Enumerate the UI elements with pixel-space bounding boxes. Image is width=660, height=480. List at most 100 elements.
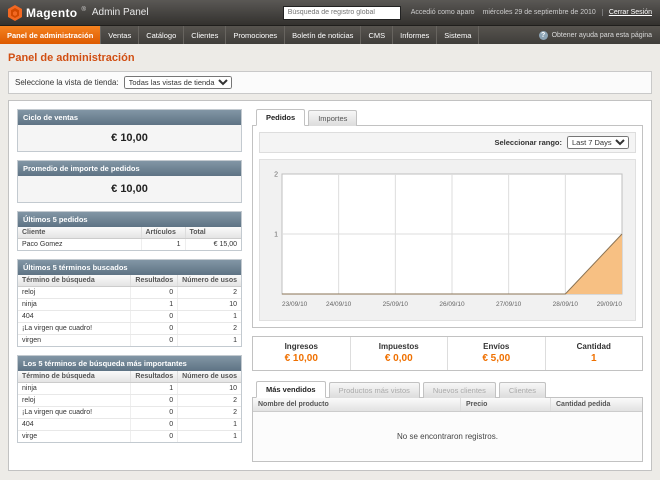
range-select[interactable]: Last 7 Days <box>567 136 629 149</box>
magento-logo-icon <box>8 5 22 21</box>
cell-uses: 1 <box>178 419 241 431</box>
column-header-items: Artículos <box>141 227 185 239</box>
nav-item-reports[interactable]: Informes <box>393 26 437 44</box>
cell-term: ¡La virgen que cuadro! <box>18 407 131 419</box>
total-tax-label: Impuestos <box>351 342 448 351</box>
cell-results: 0 <box>131 407 178 419</box>
table-row[interactable]: 404 0 1 <box>18 419 241 431</box>
cell-results: 0 <box>131 287 178 299</box>
svg-text:24/09/10: 24/09/10 <box>326 301 352 308</box>
tab-customers: Clientes <box>499 382 546 398</box>
dashboard-panel: Ciclo de ventas € 10,00 Promedio de impo… <box>8 100 652 471</box>
total-quantity-value: 1 <box>546 353 643 364</box>
logo-reg-mark: ® <box>81 7 85 13</box>
cell-uses: 2 <box>178 323 241 335</box>
svg-text:25/09/10: 25/09/10 <box>382 301 408 308</box>
cell-term: ninja <box>18 299 131 311</box>
top-search-terms-table: Término de búsqueda Resultados Número de… <box>18 371 241 442</box>
table-row[interactable]: ninja 1 10 <box>18 383 241 395</box>
table-row[interactable]: ¡La virgen que cuadro! 0 2 <box>18 323 241 335</box>
orders-chart-svg-container: 1223/09/1024/09/1025/09/1026/09/1027/09/… <box>260 166 635 318</box>
average-order-title: Promedio de importe de pedidos <box>18 161 241 176</box>
grid-column-product: Nombre del producto <box>253 398 460 411</box>
app-header: Magento® Admin Panel Accedió como aparo … <box>0 0 660 26</box>
cell-uses: 1 <box>178 431 241 443</box>
lifetime-sales-panel: Ciclo de ventas € 10,00 <box>17 109 242 152</box>
cell-uses: 2 <box>178 395 241 407</box>
total-tax-value: € 0,00 <box>351 353 448 364</box>
top-search-terms-title: Los 5 términos de búsqueda más important… <box>18 356 241 371</box>
cell-uses: 10 <box>178 383 241 395</box>
tab-orders[interactable]: Pedidos <box>256 109 305 126</box>
range-label: Seleccionar rango: <box>494 138 562 147</box>
nav-item-system[interactable]: Sistema <box>437 26 479 44</box>
svg-text:26/09/10: 26/09/10 <box>439 301 465 308</box>
orders-chart: 1223/09/1024/09/1025/09/1026/09/1027/09/… <box>259 159 636 321</box>
lifetime-sales-value: € 10,00 <box>18 125 241 151</box>
chart-tabs: Pedidos Importes <box>252 109 643 126</box>
cell-term: virge <box>18 431 131 443</box>
table-row[interactable]: virge 0 1 <box>18 431 241 443</box>
page-title: Panel de administración <box>8 52 652 64</box>
cell-uses: 10 <box>178 299 241 311</box>
grid-header-row: Nombre del producto Precio Cantidad pedi… <box>253 398 642 412</box>
nav-item-sales[interactable]: Ventas <box>101 26 139 44</box>
last-search-terms-table: Término de búsqueda Resultados Número de… <box>18 275 241 346</box>
last-orders-title: Últimos 5 pedidos <box>18 212 241 227</box>
tab-new-customers: Nuevos clientes <box>423 382 496 398</box>
table-row[interactable]: 404 0 1 <box>18 311 241 323</box>
logo-suffix-text: Admin Panel <box>92 7 149 18</box>
cell-results: 0 <box>131 335 178 347</box>
help-icon: ? <box>539 31 548 40</box>
table-header-row: Cliente Artículos Total <box>18 227 241 239</box>
cell-term: reloj <box>18 395 131 407</box>
nav-item-promotions[interactable]: Promociones <box>226 26 285 44</box>
cell-uses: 1 <box>178 335 241 347</box>
last-orders-table: Cliente Artículos Total Paco Gomez 1 € 1… <box>18 227 241 250</box>
cell-term: virgen <box>18 335 131 347</box>
total-revenue: Ingresos € 10,00 <box>253 337 351 370</box>
page-content: Panel de administración Seleccione la vi… <box>0 44 660 477</box>
table-row[interactable]: reloj 0 2 <box>18 395 241 407</box>
total-quantity-label: Cantidad <box>546 342 643 351</box>
grid-column-qty: Cantidad pedida <box>550 398 642 411</box>
nav-item-catalog[interactable]: Catálogo <box>139 26 184 44</box>
table-header-row: Término de búsqueda Resultados Número de… <box>18 275 241 287</box>
grid-empty-message: No se encontraron registros. <box>253 412 642 461</box>
table-row[interactable]: Paco Gomez 1 € 15,00 <box>18 239 241 251</box>
svg-text:29/09/10: 29/09/10 <box>596 301 622 308</box>
svg-text:27/09/10: 27/09/10 <box>496 301 522 308</box>
cell-term: ninja <box>18 383 131 395</box>
cell-results: 0 <box>131 395 178 407</box>
store-view-label: Seleccione la vista de tienda: <box>15 78 119 87</box>
svg-text:1: 1 <box>274 232 278 239</box>
cell-term: ¡La virgen que cuadro! <box>18 323 131 335</box>
tab-bestsellers[interactable]: Más vendidos <box>256 381 326 398</box>
table-row[interactable]: ¡La virgen que cuadro! 0 2 <box>18 407 241 419</box>
table-row[interactable]: reloj 0 2 <box>18 287 241 299</box>
nav-item-customers[interactable]: Clientes <box>184 26 226 44</box>
totals-bar: Ingresos € 10,00 Impuestos € 0,00 Envíos… <box>252 336 643 371</box>
tab-amounts[interactable]: Importes <box>308 110 357 126</box>
cell-uses: 1 <box>178 311 241 323</box>
logout-link[interactable]: Cerrar Sesión <box>602 9 652 16</box>
last-search-terms-panel: Últimos 5 términos buscados Término de b… <box>17 259 242 347</box>
help-label: Obtener ayuda para esta página <box>552 32 652 39</box>
table-row[interactable]: virgen 0 1 <box>18 335 241 347</box>
page-help-link[interactable]: ? Obtener ayuda para esta página <box>539 26 660 44</box>
nav-item-dashboard[interactable]: Panel de administración <box>0 26 101 44</box>
global-search-input[interactable] <box>283 6 401 20</box>
column-header-uses: Número de usos <box>178 371 241 383</box>
top-search-terms-panel: Los 5 términos de búsqueda más important… <box>17 355 242 443</box>
column-header-total: Total <box>185 227 241 239</box>
average-order-panel: Promedio de importe de pedidos € 10,00 <box>17 160 242 203</box>
nav-item-cms[interactable]: CMS <box>361 26 393 44</box>
table-row[interactable]: ninja 1 10 <box>18 299 241 311</box>
store-view-select[interactable]: Todas las vistas de tienda <box>124 76 232 89</box>
total-revenue-label: Ingresos <box>253 342 350 351</box>
nav-item-newsletter[interactable]: Boletín de noticias <box>285 26 361 44</box>
grid-tabs: Más vendidos Productos más vistos Nuevos… <box>252 381 643 398</box>
cell-term: 404 <box>18 311 131 323</box>
last-search-terms-title: Últimos 5 términos buscados <box>18 260 241 275</box>
header-session-info: Accedió como aparo miércoles 29 de septi… <box>411 9 652 16</box>
